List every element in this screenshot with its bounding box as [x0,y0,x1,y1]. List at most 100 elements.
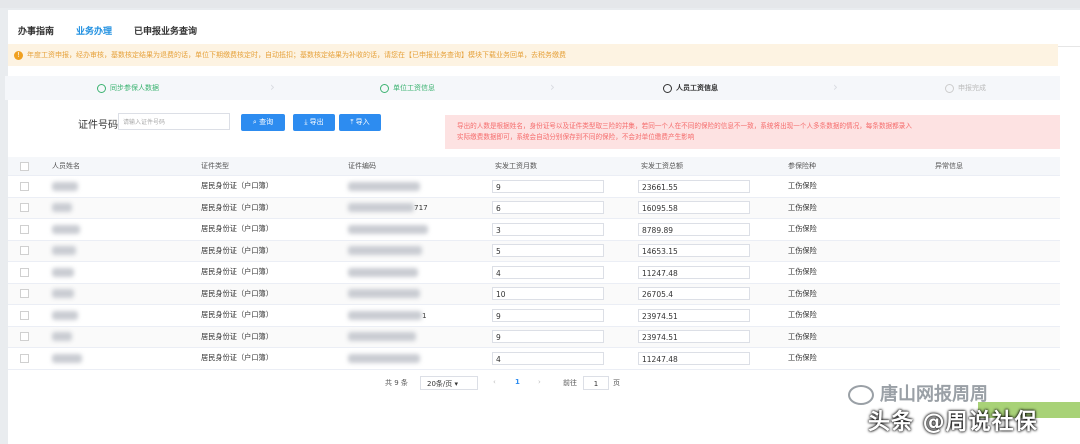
months-input[interactable]: 4 [492,351,604,365]
import-icon: ⤒ [350,118,354,126]
warning-icon: ! [14,50,23,60]
id-number-label: 证件号码 [78,120,118,131]
prev-page-button[interactable]: ‹ [493,378,496,386]
person-name [52,198,72,219]
months-input[interactable]: 3 [492,222,604,236]
person-name [52,305,78,326]
col-id-type: 证件类型 [201,162,229,170]
table-row: 居民身份证（户口簿） 717 6 16095.58 工伤保险 [8,197,1060,219]
import-button[interactable]: ⤒ 导入 [339,114,381,131]
step-label: 同步参保人数据 [110,84,159,92]
person-name [52,327,72,348]
row-checkbox[interactable] [20,284,29,305]
id-code [348,327,416,348]
table-row: 居民身份证（户口簿） 4 11247.48 工伤保险 [8,262,1060,284]
chevron-right-icon: › [270,80,275,94]
months-input[interactable]: 5 [492,244,604,258]
row-checkbox[interactable] [20,241,29,262]
insurance-type: 工伤保险 [788,267,817,277]
chevron-down-icon: ▾ [454,380,459,388]
id-code: 1 [348,305,427,326]
goto-page-input[interactable]: 1 [583,376,609,390]
insurance-type: 工伤保险 [788,353,817,363]
months-cell: 3 [492,219,604,240]
months-input[interactable]: 9 [492,308,604,322]
step-progress: 同步参保人数据 › 单位工资信息 › 人员工资信息 › 申报完成 [5,76,1060,100]
col-months: 实发工资月数 [495,162,537,170]
page-1-button[interactable]: 1 [515,378,520,386]
page-size-select[interactable]: 20条/页 ▾ [420,376,478,390]
step-pending-icon [945,83,954,93]
id-type: 居民身份证（户口簿） [201,331,273,341]
step-current-icon [663,83,672,93]
months-input[interactable]: 4 [492,265,604,279]
query-label: 查询 [259,118,274,126]
select-all-checkbox[interactable] [20,157,29,175]
total-input[interactable]: 14653.15 [638,244,750,258]
step-done-icon [380,83,389,93]
tab-business[interactable]: 业务办理 [76,18,113,46]
total-input[interactable]: 23661.55 [638,179,750,193]
row-checkbox[interactable] [20,262,29,283]
total-input[interactable]: 11247.48 [638,351,750,365]
months-input[interactable]: 9 [492,330,604,344]
step-unit-wage: 单位工资信息 [380,76,435,100]
step-sync: 同步参保人数据 [97,76,159,100]
search-icon: ⌕ [252,118,257,126]
table-body: 居民身份证（户口簿） 9 23661.55 工伤保险 居民身份证（户口簿） 717 6 160… [8,176,1060,370]
id-code [348,219,428,240]
person-name [52,284,74,305]
insurance-type: 工伤保险 [788,202,817,212]
row-checkbox[interactable] [20,327,29,348]
total-input[interactable]: 23974.51 [638,308,750,322]
person-name [52,262,74,283]
table-row: 居民身份证（户口簿） 1 9 23974.51 工伤保险 [8,305,1060,327]
months-input[interactable]: 9 [492,179,604,193]
id-number-input[interactable]: 请输入证件号码 [118,113,230,130]
step-label: 单位工资信息 [393,84,435,92]
tab-guide[interactable]: 办事指南 [18,18,54,46]
person-name [52,241,76,262]
person-name [52,348,82,369]
total-input[interactable]: 8789.89 [638,222,750,236]
id-type: 居民身份证（户口簿） [201,353,273,363]
id-code [348,241,422,262]
query-button[interactable]: ⌕ 查询 [241,114,285,131]
total-input[interactable]: 11247.48 [638,265,750,279]
export-icon: ⤓ [304,118,308,126]
id-type: 居民身份证（户口簿） [201,181,273,191]
chevron-right-icon: › [550,80,555,94]
insurance-type: 工伤保险 [788,310,817,320]
export-button[interactable]: ⤓ 导出 [293,114,335,131]
id-code: 717 [348,198,428,219]
step-finish: 申报完成 [945,76,986,100]
import-label: 导入 [355,118,370,126]
insurance-type: 工伤保险 [788,181,817,191]
page-size-value: 20条/页 [427,380,453,388]
total-cell: 16095.58 [638,198,750,219]
table-row: 居民身份证（户口簿） 9 23974.51 工伤保险 [8,326,1060,348]
total-cell: 11247.48 [638,348,750,369]
total-input[interactable]: 23974.51 [638,330,750,344]
id-code [348,348,420,369]
total-input[interactable]: 26705.4 [638,287,750,301]
tab-bar: 办事指南 业务办理 已申报业务查询 [18,18,219,46]
months-cell: 6 [492,198,604,219]
tab-query[interactable]: 已申报业务查询 [134,18,197,46]
next-page-button[interactable]: › [538,378,541,386]
row-checkbox[interactable] [20,176,29,197]
row-checkbox[interactable] [20,198,29,219]
person-name [52,176,78,197]
row-checkbox[interactable] [20,219,29,240]
col-id-code: 证件编码 [348,162,376,170]
id-code-suffix: 717 [414,203,428,213]
months-cell: 5 [492,241,604,262]
col-insurance: 参保险种 [788,162,816,170]
row-checkbox[interactable] [20,305,29,326]
total-input[interactable]: 16095.58 [638,201,750,215]
row-checkbox[interactable] [20,348,29,369]
goto-label: 前往 [563,379,577,387]
months-input[interactable]: 10 [492,287,604,301]
months-input[interactable]: 6 [492,201,604,215]
table-row: 居民身份证（户口簿） 3 8789.89 工伤保险 [8,219,1060,241]
